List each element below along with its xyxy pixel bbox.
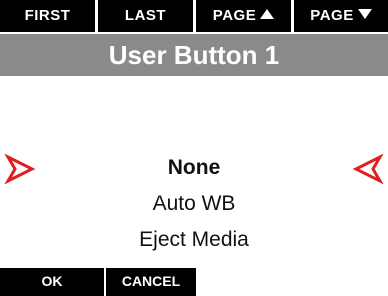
triangle-down-icon	[357, 9, 372, 20]
option-item-selected[interactable]: None	[40, 150, 348, 186]
top-softkey-bar: FIRST LAST PAGE PAGE	[0, 0, 388, 34]
last-button[interactable]: LAST	[98, 0, 193, 32]
triangle-up-icon	[260, 9, 275, 20]
cancel-label: CANCEL	[121, 273, 181, 289]
page-title: User Button 1	[0, 34, 388, 76]
ok-label: OK	[41, 273, 63, 289]
page-up-button[interactable]: PAGE	[196, 0, 291, 32]
page-up-label: PAGE	[212, 7, 257, 24]
cancel-button[interactable]: CANCEL	[106, 268, 196, 296]
option-item[interactable]: Auto WB	[40, 186, 348, 222]
selector-right-arrow-icon[interactable]	[352, 154, 384, 184]
option-list: None Auto WB Eject Media	[40, 150, 348, 258]
camera-menu-screen: FIRST LAST PAGE PAGE User Button 1 None …	[0, 0, 388, 296]
first-button[interactable]: FIRST	[0, 0, 95, 32]
option-item[interactable]: Eject Media	[40, 222, 348, 258]
page-down-label: PAGE	[310, 7, 354, 24]
first-label: FIRST	[24, 7, 71, 24]
selector-left-arrow-icon[interactable]	[4, 154, 36, 184]
last-label: LAST	[124, 7, 167, 24]
ok-button[interactable]: OK	[0, 268, 104, 296]
page-down-button[interactable]: PAGE	[294, 0, 388, 32]
